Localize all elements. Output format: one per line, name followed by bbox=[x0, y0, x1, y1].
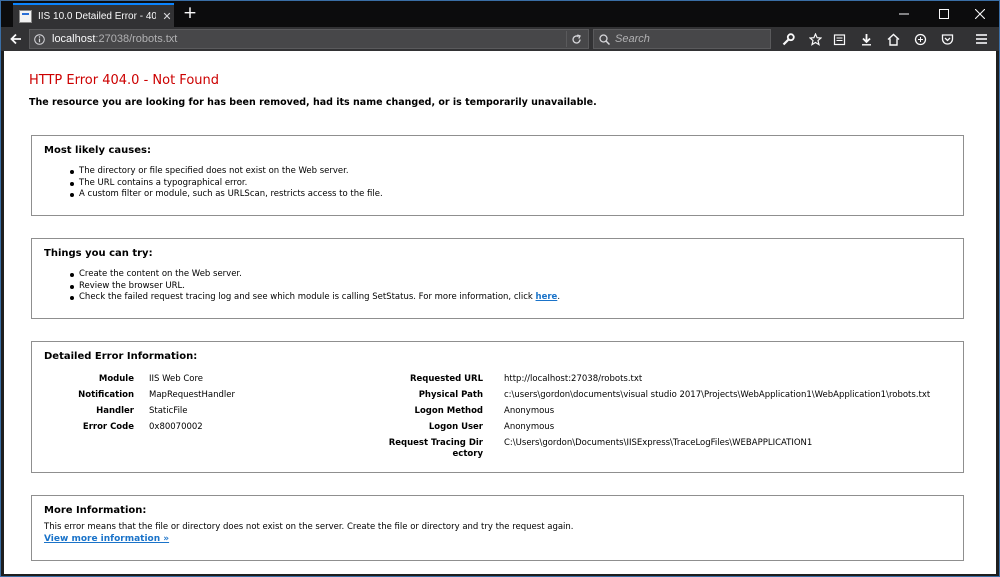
page-content: HTTP Error 404.0 - Not Found The resourc… bbox=[4, 51, 996, 574]
list-item-text: Check the failed request tracing log and… bbox=[79, 292, 536, 302]
home-button[interactable] bbox=[884, 30, 902, 48]
maximize-button[interactable] bbox=[927, 1, 961, 27]
wrench-icon bbox=[782, 32, 795, 45]
request-tracing-value: C:\Users\gordon\Documents\IISExpress\Tra… bbox=[504, 438, 813, 448]
logon-method-value: Anonymous bbox=[504, 406, 555, 416]
error-subtitle: The resource you are looking for has bee… bbox=[29, 97, 597, 108]
reload-icon bbox=[572, 33, 581, 44]
requested-url-label: Requested URL bbox=[409, 374, 483, 384]
list-item: Create the content on the Web server. bbox=[69, 269, 560, 281]
request-tracing-label-continued: ectory bbox=[452, 449, 483, 459]
close-window-button[interactable] bbox=[963, 1, 997, 27]
notification-value: MapRequestHandler bbox=[149, 390, 235, 400]
page-favicon-icon bbox=[19, 9, 32, 23]
close-tab-icon[interactable]: ✕ bbox=[160, 10, 174, 23]
downloads-button[interactable] bbox=[857, 30, 875, 48]
detailed-error-heading: Detailed Error Information: bbox=[44, 351, 198, 362]
maximize-icon bbox=[939, 9, 949, 19]
logon-user-label: Logon User bbox=[428, 422, 483, 432]
detailed-error-box: Detailed Error Information: Module IIS W… bbox=[31, 341, 964, 473]
more-information-heading: More Information: bbox=[44, 505, 147, 516]
likely-causes-box: Most likely causes: The directory or fil… bbox=[31, 135, 964, 216]
list-item: Review the browser URL. bbox=[69, 281, 560, 293]
error-title: HTTP Error 404.0 - Not Found bbox=[29, 73, 219, 88]
search-bar[interactable] bbox=[593, 29, 771, 49]
sync-button[interactable] bbox=[911, 30, 929, 48]
more-information-box: More Information: This error means that … bbox=[31, 495, 964, 561]
list-item: A custom filter or module, such as URLSc… bbox=[70, 189, 383, 199]
physical-path-value: c:\users\gordon\documents\visual studio … bbox=[504, 390, 931, 400]
error-code-value: 0x80070002 bbox=[149, 422, 203, 432]
navigation-toolbar: localhost:27038/robots.txt bbox=[1, 27, 999, 51]
things-to-try-box: Things you can try: Create the content o… bbox=[31, 238, 964, 319]
bookmark-button[interactable] bbox=[806, 30, 824, 48]
pocket-icon bbox=[941, 33, 953, 45]
requested-url-value: http://localhost:27038/robots.txt bbox=[504, 374, 643, 384]
new-tab-button[interactable]: + bbox=[181, 4, 199, 22]
browser-window: IIS 10.0 Detailed Error - 404.0 ✕ + loca… bbox=[0, 0, 1000, 577]
menu-icon bbox=[975, 34, 987, 44]
reading-list-button[interactable] bbox=[830, 30, 848, 48]
menu-button[interactable] bbox=[972, 30, 990, 48]
handler-value: StaticFile bbox=[149, 406, 188, 416]
error-code-label: Error Code bbox=[82, 422, 134, 432]
list-item: The URL contains a typographical error. bbox=[70, 178, 383, 190]
back-button[interactable] bbox=[7, 30, 25, 48]
more-information-text: This error means that the file or direct… bbox=[44, 522, 574, 532]
reload-button[interactable] bbox=[566, 31, 582, 47]
list-item: Check the failed request tracing log and… bbox=[69, 292, 561, 304]
logon-method-label: Logon Method bbox=[414, 406, 483, 416]
module-label: Module bbox=[98, 374, 134, 384]
notification-label: Notification bbox=[78, 390, 134, 400]
url-bar[interactable]: localhost:27038/robots.txt bbox=[29, 29, 589, 49]
home-icon bbox=[887, 33, 899, 46]
request-tracing-label: Request Tracing Dir bbox=[388, 438, 483, 448]
minimize-button[interactable] bbox=[887, 1, 921, 27]
info-icon[interactable] bbox=[30, 30, 48, 48]
search-icon bbox=[599, 33, 610, 45]
title-bar: IIS 10.0 Detailed Error - 404.0 ✕ + bbox=[1, 1, 999, 27]
likely-causes-list: The directory or file specified does not… bbox=[70, 166, 383, 201]
search-input[interactable] bbox=[615, 33, 765, 45]
sync-icon bbox=[914, 33, 926, 45]
handler-label: Handler bbox=[96, 406, 134, 416]
browser-tab[interactable]: IIS 10.0 Detailed Error - 404.0 ✕ bbox=[13, 3, 174, 27]
minimize-icon bbox=[899, 13, 909, 15]
module-value: IIS Web Core bbox=[149, 374, 204, 384]
things-to-try-list: Create the content on the Web server. Re… bbox=[69, 269, 561, 304]
list-item-end: . bbox=[557, 292, 561, 302]
logon-user-value: Anonymous bbox=[504, 422, 555, 432]
back-arrow-icon bbox=[10, 33, 21, 45]
download-icon bbox=[861, 33, 871, 46]
view-more-information-link[interactable]: View more information » bbox=[44, 534, 169, 544]
physical-path-label: Physical Path bbox=[418, 390, 483, 400]
tab-title: IIS 10.0 Detailed Error - 404.0 bbox=[38, 10, 156, 22]
list-item: The directory or file specified does not… bbox=[70, 166, 383, 178]
url-path: :27038/robots.txt bbox=[95, 33, 178, 45]
star-icon bbox=[808, 32, 822, 46]
developer-tools-button[interactable] bbox=[779, 30, 797, 48]
close-icon bbox=[975, 9, 985, 19]
url-text[interactable]: localhost:27038/robots.txt bbox=[52, 33, 177, 45]
reading-list-icon bbox=[833, 33, 845, 45]
here-link[interactable]: here bbox=[536, 292, 558, 302]
pocket-button[interactable] bbox=[938, 30, 956, 48]
likely-causes-heading: Most likely causes: bbox=[44, 145, 151, 156]
url-host: localhost bbox=[52, 33, 96, 45]
things-to-try-heading: Things you can try: bbox=[44, 248, 153, 259]
